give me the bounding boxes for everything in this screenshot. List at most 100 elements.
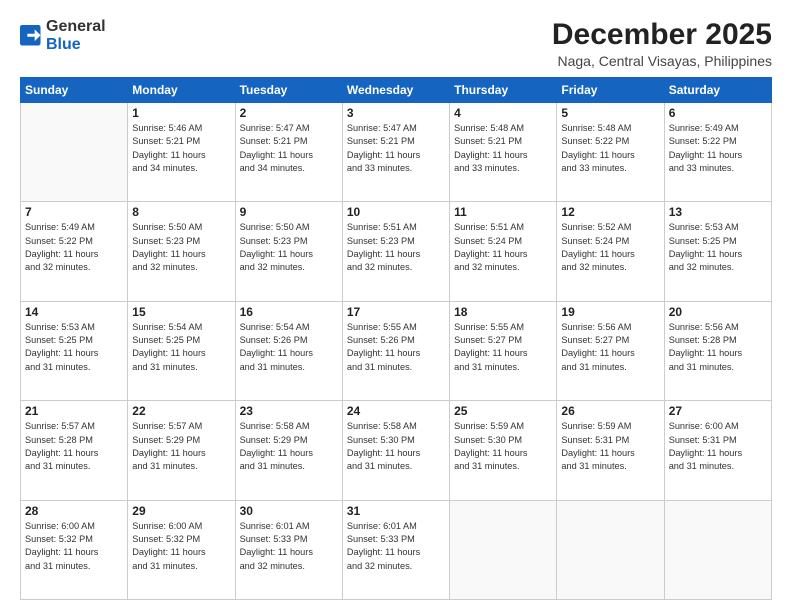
day-number: 22: [132, 404, 230, 418]
day-info: Sunrise: 6:00 AM Sunset: 5:31 PM Dayligh…: [669, 420, 767, 473]
day-info: Sunrise: 5:46 AM Sunset: 5:21 PM Dayligh…: [132, 122, 230, 175]
day-number: 18: [454, 305, 552, 319]
logo: General Blue: [20, 18, 106, 53]
day-info: Sunrise: 5:47 AM Sunset: 5:21 PM Dayligh…: [347, 122, 445, 175]
day-info: Sunrise: 5:51 AM Sunset: 5:24 PM Dayligh…: [454, 221, 552, 274]
table-cell: 30 Sunrise: 6:01 AM Sunset: 5:33 PM Dayli…: [235, 500, 342, 599]
table-cell: 14 Sunrise: 5:53 AM Sunset: 5:25 PM Dayli…: [21, 301, 128, 400]
day-info: Sunrise: 5:47 AM Sunset: 5:21 PM Dayligh…: [240, 122, 338, 175]
day-number: 21: [25, 404, 123, 418]
table-cell: 20Sunrise: 5:56 AM Sunset: 5:28 PM Dayli…: [664, 301, 771, 400]
table-cell: 27 Sunrise: 6:00 AM Sunset: 5:31 PM Dayli…: [664, 401, 771, 500]
col-wednesday: Wednesday: [342, 78, 449, 103]
table-cell: 5Sunrise: 5:48 AM Sunset: 5:22 PM Daylig…: [557, 103, 664, 202]
day-info: Sunrise: 5:49 AM Sunset: 5:22 PM Dayligh…: [669, 122, 767, 175]
day-info: Sunrise: 5:56 AM Sunset: 5:28 PM Dayligh…: [669, 321, 767, 374]
day-info: Sunrise: 5:48 AM Sunset: 5:22 PM Dayligh…: [561, 122, 659, 175]
day-number: 19: [561, 305, 659, 319]
day-info: Sunrise: 5:55 AM Sunset: 5:27 PM Dayligh…: [454, 321, 552, 374]
day-info: Sunrise: 5:48 AM Sunset: 5:21 PM Dayligh…: [454, 122, 552, 175]
table-cell: [21, 103, 128, 202]
day-info: Sunrise: 6:01 AM Sunset: 5:33 PM Dayligh…: [347, 520, 445, 573]
day-info: Sunrise: 5:51 AM Sunset: 5:23 PM Dayligh…: [347, 221, 445, 274]
day-info: Sunrise: 5:57 AM Sunset: 5:28 PM Dayligh…: [25, 420, 123, 473]
day-info: Sunrise: 6:00 AM Sunset: 5:32 PM Dayligh…: [132, 520, 230, 573]
table-cell: 4 Sunrise: 5:48 AM Sunset: 5:21 PM Daylig…: [450, 103, 557, 202]
day-info: Sunrise: 5:59 AM Sunset: 5:30 PM Dayligh…: [454, 420, 552, 473]
col-tuesday: Tuesday: [235, 78, 342, 103]
day-number: 26: [561, 404, 659, 418]
table-cell: 10Sunrise: 5:51 AM Sunset: 5:23 PM Dayli…: [342, 202, 449, 301]
calendar-header-row: Sunday Monday Tuesday Wednesday Thursday…: [21, 78, 772, 103]
day-number: 2: [240, 106, 338, 120]
table-cell: 18 Sunrise: 5:55 AM Sunset: 5:27 PM Dayli…: [450, 301, 557, 400]
calendar-table: Sunday Monday Tuesday Wednesday Thursday…: [20, 77, 772, 600]
table-cell: [450, 500, 557, 599]
week-row-2: 14 Sunrise: 5:53 AM Sunset: 5:25 PM Dayli…: [21, 301, 772, 400]
day-number: 16: [240, 305, 338, 319]
day-info: Sunrise: 5:59 AM Sunset: 5:31 PM Dayligh…: [561, 420, 659, 473]
table-cell: 22 Sunrise: 5:57 AM Sunset: 5:29 PM Dayli…: [128, 401, 235, 500]
day-info: Sunrise: 5:57 AM Sunset: 5:29 PM Dayligh…: [132, 420, 230, 473]
logo-blue: Blue: [46, 36, 81, 53]
header: General Blue December 2025 Naga, Central…: [20, 18, 772, 69]
day-number: 27: [669, 404, 767, 418]
day-number: 14: [25, 305, 123, 319]
day-number: 12: [561, 205, 659, 219]
day-number: 8: [132, 205, 230, 219]
day-number: 17: [347, 305, 445, 319]
day-number: 25: [454, 404, 552, 418]
day-info: Sunrise: 5:56 AM Sunset: 5:27 PM Dayligh…: [561, 321, 659, 374]
day-info: Sunrise: 5:50 AM Sunset: 5:23 PM Dayligh…: [240, 221, 338, 274]
table-cell: 8 Sunrise: 5:50 AM Sunset: 5:23 PM Daylig…: [128, 202, 235, 301]
day-number: 3: [347, 106, 445, 120]
table-cell: 2 Sunrise: 5:47 AM Sunset: 5:21 PM Daylig…: [235, 103, 342, 202]
month-title: December 2025: [552, 18, 772, 51]
col-thursday: Thursday: [450, 78, 557, 103]
day-number: 1: [132, 106, 230, 120]
day-info: Sunrise: 5:58 AM Sunset: 5:29 PM Dayligh…: [240, 420, 338, 473]
page: General Blue December 2025 Naga, Central…: [0, 0, 792, 612]
day-number: 28: [25, 504, 123, 518]
col-sunday: Sunday: [21, 78, 128, 103]
table-cell: 11Sunrise: 5:51 AM Sunset: 5:24 PM Dayli…: [450, 202, 557, 301]
day-number: 29: [132, 504, 230, 518]
logo-general: General: [46, 18, 106, 35]
day-info: Sunrise: 5:54 AM Sunset: 5:26 PM Dayligh…: [240, 321, 338, 374]
day-info: Sunrise: 6:00 AM Sunset: 5:32 PM Dayligh…: [25, 520, 123, 573]
day-info: Sunrise: 5:53 AM Sunset: 5:25 PM Dayligh…: [25, 321, 123, 374]
table-cell: 1 Sunrise: 5:46 AM Sunset: 5:21 PM Daylig…: [128, 103, 235, 202]
day-number: 15: [132, 305, 230, 319]
table-cell: 29 Sunrise: 6:00 AM Sunset: 5:32 PM Dayli…: [128, 500, 235, 599]
table-cell: 21 Sunrise: 5:57 AM Sunset: 5:28 PM Dayli…: [21, 401, 128, 500]
table-cell: [664, 500, 771, 599]
day-number: 30: [240, 504, 338, 518]
col-friday: Friday: [557, 78, 664, 103]
day-number: 24: [347, 404, 445, 418]
table-cell: 16 Sunrise: 5:54 AM Sunset: 5:26 PM Dayli…: [235, 301, 342, 400]
location: Naga, Central Visayas, Philippines: [552, 53, 772, 69]
table-cell: 24 Sunrise: 5:58 AM Sunset: 5:30 PM Dayli…: [342, 401, 449, 500]
table-cell: 9 Sunrise: 5:50 AM Sunset: 5:23 PM Daylig…: [235, 202, 342, 301]
day-info: Sunrise: 6:01 AM Sunset: 5:33 PM Dayligh…: [240, 520, 338, 573]
table-cell: 26 Sunrise: 5:59 AM Sunset: 5:31 PM Dayli…: [557, 401, 664, 500]
day-info: Sunrise: 5:52 AM Sunset: 5:24 PM Dayligh…: [561, 221, 659, 274]
table-cell: 25 Sunrise: 5:59 AM Sunset: 5:30 PM Dayli…: [450, 401, 557, 500]
table-cell: 6 Sunrise: 5:49 AM Sunset: 5:22 PM Daylig…: [664, 103, 771, 202]
day-number: 4: [454, 106, 552, 120]
table-cell: 15 Sunrise: 5:54 AM Sunset: 5:25 PM Dayli…: [128, 301, 235, 400]
day-info: Sunrise: 5:55 AM Sunset: 5:26 PM Dayligh…: [347, 321, 445, 374]
day-info: Sunrise: 5:58 AM Sunset: 5:30 PM Dayligh…: [347, 420, 445, 473]
week-row-1: 7Sunrise: 5:49 AM Sunset: 5:22 PM Daylig…: [21, 202, 772, 301]
col-saturday: Saturday: [664, 78, 771, 103]
day-info: Sunrise: 5:54 AM Sunset: 5:25 PM Dayligh…: [132, 321, 230, 374]
week-row-3: 21 Sunrise: 5:57 AM Sunset: 5:28 PM Dayli…: [21, 401, 772, 500]
day-number: 7: [25, 205, 123, 219]
table-cell: 23Sunrise: 5:58 AM Sunset: 5:29 PM Dayli…: [235, 401, 342, 500]
table-cell: 3 Sunrise: 5:47 AM Sunset: 5:21 PM Daylig…: [342, 103, 449, 202]
day-number: 9: [240, 205, 338, 219]
day-info: Sunrise: 5:50 AM Sunset: 5:23 PM Dayligh…: [132, 221, 230, 274]
day-number: 13: [669, 205, 767, 219]
day-number: 6: [669, 106, 767, 120]
table-cell: 28 Sunrise: 6:00 AM Sunset: 5:32 PM Dayli…: [21, 500, 128, 599]
